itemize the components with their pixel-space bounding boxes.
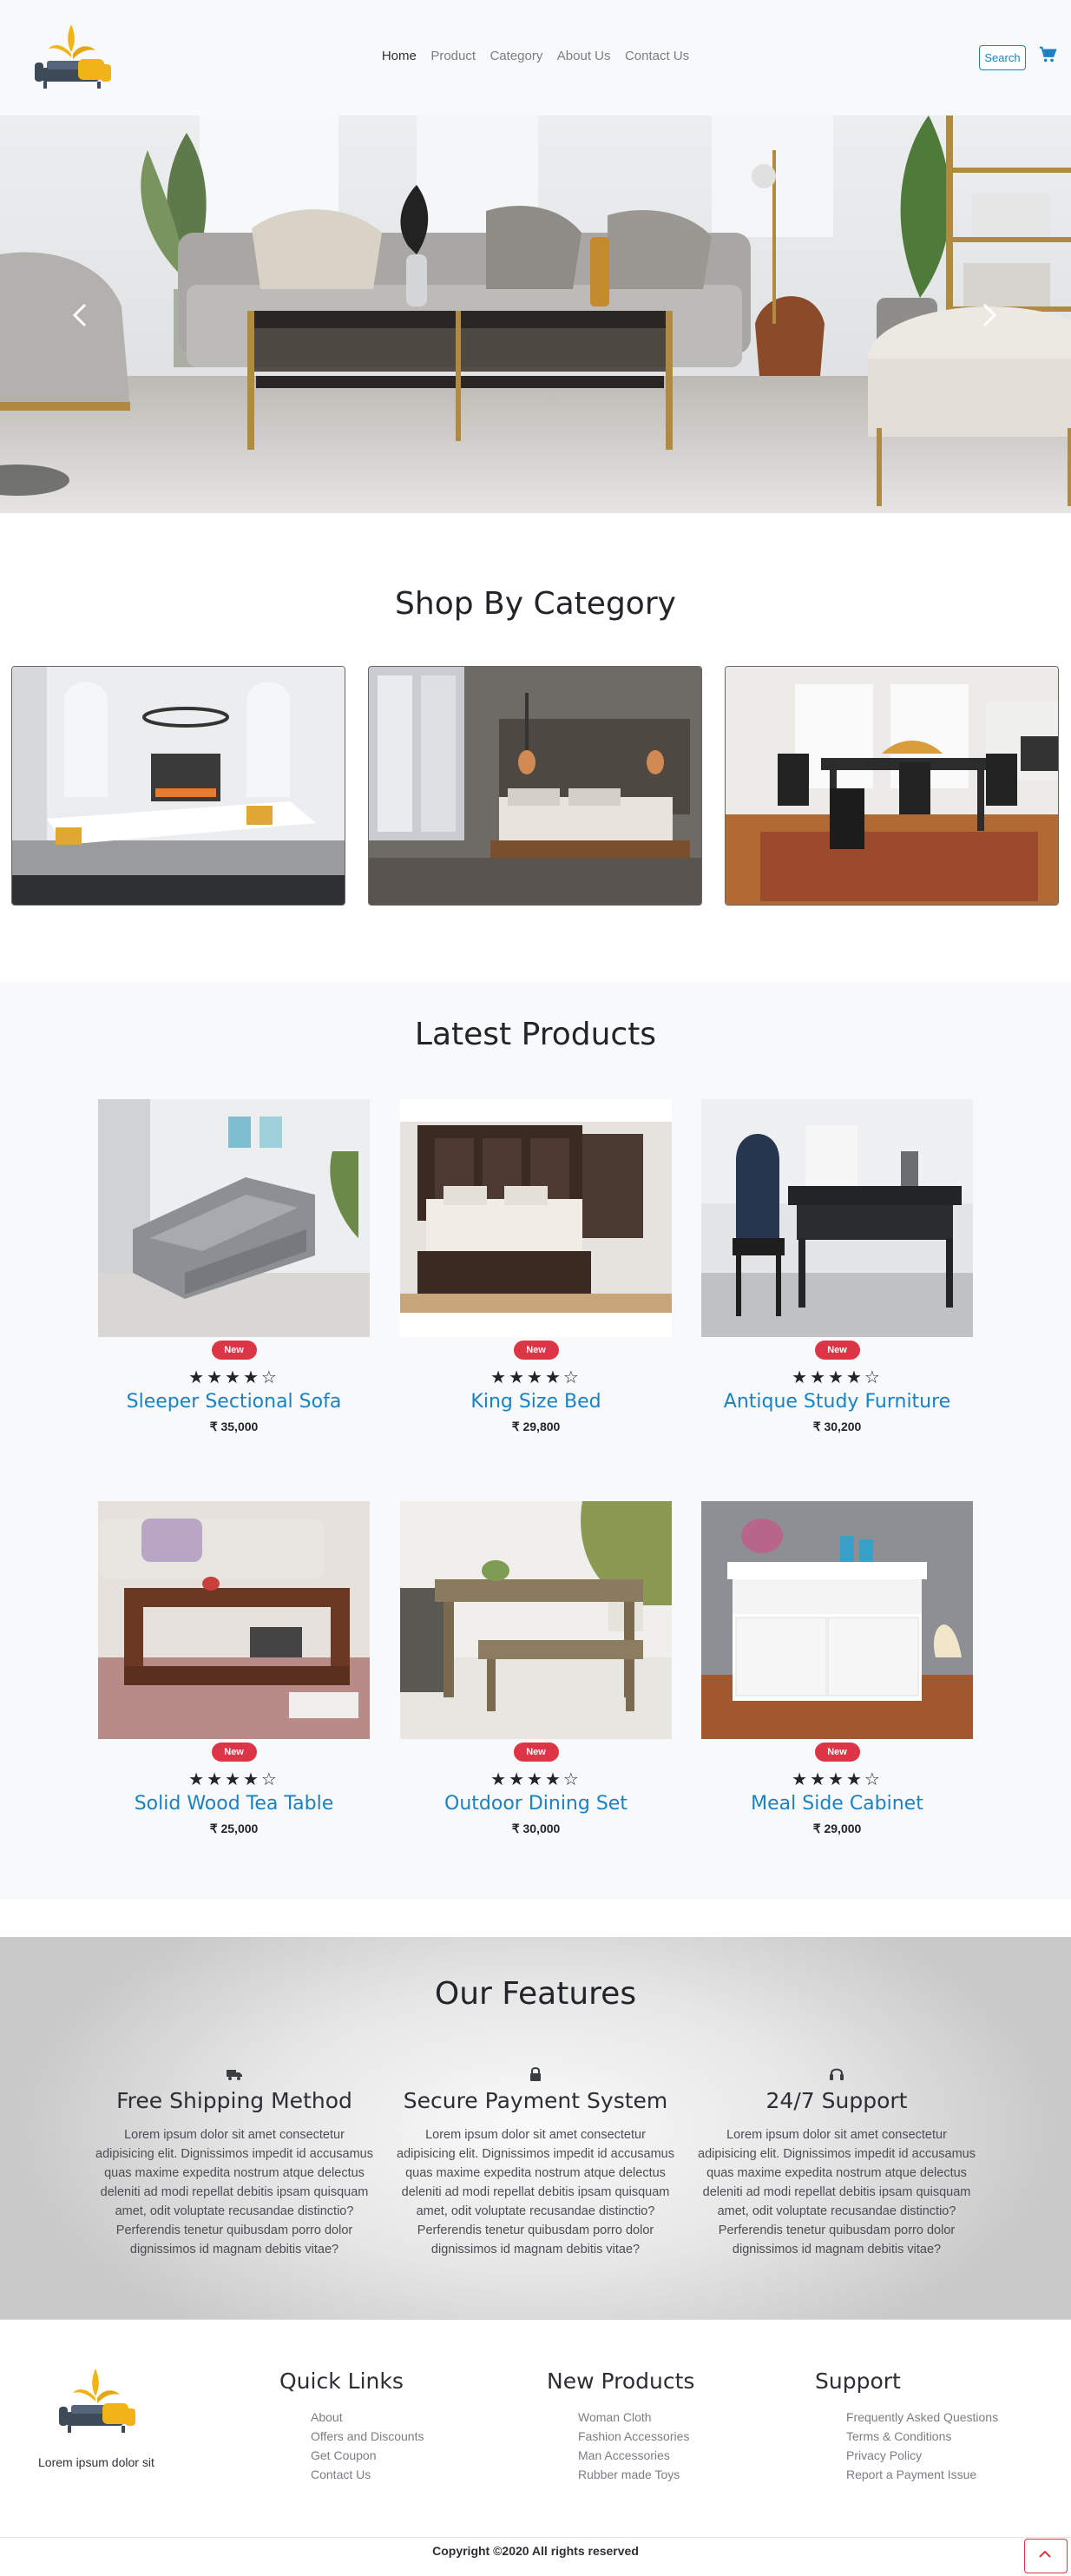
category-card-living-room[interactable]	[11, 666, 345, 906]
footer-link[interactable]: Rubber made Toys	[578, 2465, 694, 2484]
product-card[interactable]: New ★★★★☆ King Size Bed ₹ 29,800	[400, 1099, 672, 1434]
headset-icon	[830, 2068, 844, 2080]
copyright-text: Copyright ©2020 All rights reserved	[432, 2544, 639, 2558]
product-price: ₹ 30,200	[812, 1420, 862, 1433]
footer-col-new-products: New Products Woman Cloth Fashion Accesso…	[547, 2368, 694, 2484]
footer-col-quick-links: Quick Links About Offers and Discounts G…	[279, 2368, 424, 2484]
feature-title: Free Shipping Method	[116, 2088, 352, 2113]
rating-stars: ★★★★☆	[792, 1367, 883, 1387]
nav-menu: Home Product Category About Us Contact U…	[0, 49, 1071, 63]
product-name[interactable]: Antique Study Furniture	[701, 1391, 973, 1413]
product-price: ₹ 35,000	[209, 1420, 259, 1433]
product-name[interactable]: Outdoor Dining Set	[400, 1793, 672, 1815]
product-image[interactable]	[98, 1099, 370, 1337]
new-badge: New	[211, 1743, 257, 1762]
footer-link[interactable]: Get Coupon	[311, 2446, 424, 2465]
footer-link[interactable]: Offers and Discounts	[311, 2427, 424, 2446]
feature-secure-payment: Secure Payment System Lorem ipsum dolor …	[397, 2065, 674, 2259]
hero-image	[0, 115, 1071, 513]
product-card[interactable]: New ★★★★☆ Solid Wood Tea Table ₹ 25,000	[98, 1501, 370, 1836]
lock-icon	[530, 2067, 541, 2081]
product-price: ₹ 30,000	[511, 1822, 561, 1835]
footer-link[interactable]: Woman Cloth	[578, 2408, 694, 2427]
product-name[interactable]: Solid Wood Tea Table	[98, 1793, 370, 1815]
copyright-divider	[0, 2537, 1071, 2538]
scroll-top-button[interactable]	[1024, 2539, 1068, 2573]
footer-link[interactable]: Contact Us	[311, 2465, 424, 2484]
cart-icon[interactable]	[1038, 45, 1057, 64]
product-image[interactable]	[400, 1501, 672, 1739]
footer-divider	[0, 2319, 1071, 2320]
category-card-bedroom[interactable]	[368, 666, 702, 906]
feature-support: 24/7 Support Lorem ipsum dolor sit amet …	[698, 2065, 976, 2259]
footer-tagline: Lorem ipsum dolor sit	[38, 2455, 154, 2469]
category-image	[12, 667, 345, 905]
chevron-left-icon[interactable]	[69, 300, 90, 331]
feature-free-shipping: Free Shipping Method Lorem ipsum dolor s…	[95, 2065, 373, 2259]
product-card[interactable]: New ★★★★☆ Meal Side Cabinet ₹ 29,000	[701, 1501, 973, 1836]
product-name[interactable]: Sleeper Sectional Sofa	[98, 1391, 370, 1413]
product-image[interactable]	[400, 1099, 672, 1337]
new-badge: New	[814, 1341, 860, 1360]
product-card[interactable]: New ★★★★☆ Outdoor Dining Set ₹ 30,000	[400, 1501, 672, 1836]
search-button[interactable]: Search	[979, 45, 1026, 70]
product-name[interactable]: Meal Side Cabinet	[701, 1793, 973, 1815]
new-badge: New	[513, 1341, 559, 1360]
feature-title: 24/7 Support	[765, 2088, 908, 2113]
truck-icon	[227, 2070, 242, 2080]
product-card[interactable]: New ★★★★☆ Antique Study Furniture ₹ 30,2…	[701, 1099, 973, 1434]
nav-item-home[interactable]: Home	[382, 49, 417, 63]
rating-stars: ★★★★☆	[792, 1769, 883, 1789]
new-badge: New	[513, 1743, 559, 1762]
category-card-dining-room[interactable]	[725, 666, 1059, 906]
rating-stars: ★★★★☆	[490, 1769, 581, 1789]
feature-text: Lorem ipsum dolor sit amet consectetur a…	[95, 2128, 373, 2256]
category-image	[726, 667, 1058, 905]
nav-item-product[interactable]: Product	[430, 49, 476, 63]
new-badge: New	[211, 1341, 257, 1360]
rating-stars: ★★★★☆	[188, 1367, 279, 1387]
feature-title: Secure Payment System	[403, 2088, 668, 2113]
rating-stars: ★★★★☆	[188, 1769, 279, 1789]
hero-carousel	[0, 115, 1071, 513]
product-name[interactable]: King Size Bed	[400, 1391, 672, 1413]
nav-item-contact[interactable]: Contact Us	[625, 49, 689, 63]
product-image[interactable]	[701, 1099, 973, 1337]
navbar: Home Product Category About Us Contact U…	[0, 0, 1071, 115]
footer-col-support: Support Frequently Asked Questions Terms…	[815, 2368, 998, 2484]
features-section-title: Our Features	[434, 1976, 637, 2012]
feature-text: Lorem ipsum dolor sit amet consectetur a…	[397, 2128, 674, 2256]
footer-link[interactable]: Terms & Conditions	[846, 2427, 998, 2446]
footer-col-title: Support	[815, 2368, 901, 2394]
chevron-right-icon[interactable]	[979, 300, 1000, 331]
category-image	[369, 667, 701, 905]
footer-link[interactable]: Man Accessories	[578, 2446, 694, 2465]
chevron-up-icon	[1039, 2550, 1051, 2558]
new-badge: New	[814, 1743, 860, 1762]
category-section-title: Shop By Category	[395, 586, 676, 622]
footer-col-title: Quick Links	[279, 2368, 404, 2394]
rating-stars: ★★★★☆	[490, 1367, 581, 1387]
footer-brand-logo[interactable]	[52, 2362, 142, 2441]
footer-link[interactable]: Fashion Accessories	[578, 2427, 694, 2446]
product-price: ₹ 25,000	[209, 1822, 259, 1835]
product-card[interactable]: New ★★★★☆ Sleeper Sectional Sofa ₹ 35,00…	[98, 1099, 370, 1434]
footer-link[interactable]: Report a Payment Issue	[846, 2465, 998, 2484]
product-image[interactable]	[701, 1501, 973, 1739]
product-image[interactable]	[98, 1501, 370, 1739]
latest-section-title: Latest Products	[414, 1017, 657, 1052]
footer-col-title: New Products	[547, 2368, 695, 2394]
nav-item-category[interactable]: Category	[490, 49, 542, 63]
product-price: ₹ 29,800	[511, 1420, 561, 1433]
footer-link[interactable]: Privacy Policy	[846, 2446, 998, 2465]
product-price: ₹ 29,000	[812, 1822, 862, 1835]
nav-item-about[interactable]: About Us	[557, 49, 611, 63]
footer-link[interactable]: Frequently Asked Questions	[846, 2408, 998, 2427]
footer-link[interactable]: About	[311, 2408, 424, 2427]
feature-text: Lorem ipsum dolor sit amet consectetur a…	[698, 2128, 976, 2256]
